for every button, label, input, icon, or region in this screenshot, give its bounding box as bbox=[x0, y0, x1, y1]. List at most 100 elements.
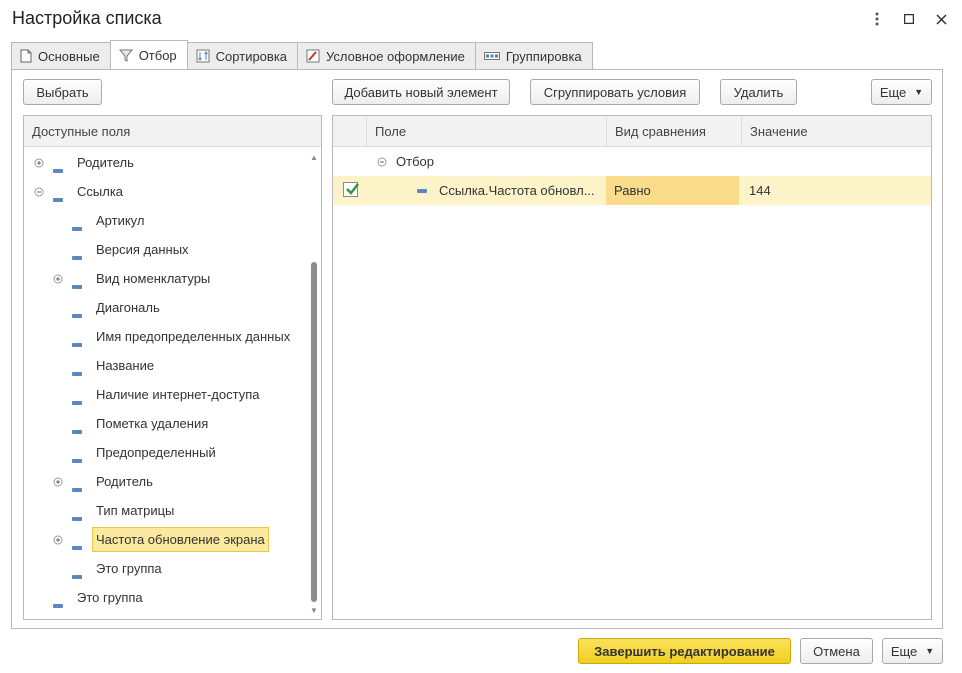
field-dash-icon bbox=[53, 596, 63, 608]
tree-item[interactable]: Версия данных bbox=[24, 235, 307, 264]
window-title: Настройка списка bbox=[12, 8, 162, 28]
field-dash-icon bbox=[53, 161, 63, 173]
tree-item-label: Тип матрицы bbox=[96, 503, 175, 518]
field-dash-icon bbox=[72, 306, 82, 318]
tab-filter[interactable]: Отбор bbox=[109, 40, 188, 69]
sort-icon bbox=[196, 49, 210, 63]
tree-item-label: Предопределенный bbox=[96, 445, 216, 460]
scroll-down-icon[interactable]: ▼ bbox=[310, 607, 318, 615]
tree-item-label: Наличие интернет-доступа bbox=[96, 387, 260, 402]
tab-label: Отбор bbox=[138, 47, 177, 63]
table-row[interactable]: Ссылка.Частота обновл... Равно 144 bbox=[333, 176, 931, 205]
scroll-up-icon[interactable]: ▲ bbox=[310, 154, 318, 162]
group-label: Отбор bbox=[396, 154, 434, 169]
field-dash-icon bbox=[72, 509, 82, 521]
more-label: Еще bbox=[879, 84, 907, 100]
tab-grouping[interactable]: Группировка bbox=[474, 42, 593, 69]
tree-item-label: Вид номенклатуры bbox=[96, 271, 211, 286]
field-dash-icon bbox=[72, 480, 82, 492]
tree-item[interactable]: Родитель bbox=[24, 467, 307, 496]
tree-item-label: Имя предопределенных данных bbox=[96, 329, 291, 344]
dropdown-arrow-icon: ▼ bbox=[925, 646, 935, 656]
enabled-checkbox[interactable] bbox=[343, 182, 359, 197]
column-comparison[interactable]: Вид сравнения bbox=[606, 116, 741, 147]
tree-item[interactable]: Название bbox=[24, 351, 307, 380]
tree-item-label: Диагональ bbox=[96, 300, 160, 315]
field-dash-icon bbox=[72, 219, 82, 231]
tree-header: Доступные поля bbox=[24, 116, 321, 147]
select-button[interactable]: Выбрать bbox=[23, 79, 102, 105]
tab-bar: Основные Отбор Сортировка Условное оформ… bbox=[11, 40, 593, 69]
tab-conditional-format[interactable]: Условное оформление bbox=[297, 42, 476, 69]
filter-panel: Выбрать Доступные поля Родитель Ссылка Арт… bbox=[11, 69, 943, 629]
tree-item[interactable]: Ссылка bbox=[24, 177, 307, 206]
tab-label: Условное оформление bbox=[326, 48, 465, 64]
tree-item[interactable]: Артикул bbox=[24, 206, 307, 235]
row-value[interactable]: 144 bbox=[749, 176, 771, 205]
tree-item[interactable]: Это группа bbox=[24, 583, 307, 612]
tree-scrollbar[interactable]: ▲ ▼ bbox=[309, 150, 319, 617]
collapse-icon[interactable] bbox=[34, 187, 44, 197]
window-controls bbox=[868, 10, 950, 28]
cancel-button[interactable]: Отмена bbox=[800, 638, 873, 664]
tree-item[interactable]: Это группа bbox=[24, 554, 307, 583]
tree-item[interactable]: Пометка удаления bbox=[24, 409, 307, 438]
more-options-icon[interactable] bbox=[868, 10, 886, 28]
tree-item-label: Ссылка bbox=[77, 184, 124, 199]
tree-item[interactable]: Наличие интернет-доступа bbox=[24, 380, 307, 409]
finish-editing-button[interactable]: Завершить редактирование bbox=[578, 638, 791, 664]
footer-more-button[interactable]: Еще ▼ bbox=[882, 638, 943, 664]
tab-label: Группировка bbox=[505, 48, 582, 64]
add-element-button[interactable]: Добавить новый элемент bbox=[332, 79, 510, 105]
delete-button[interactable]: Удалить bbox=[720, 79, 797, 105]
group-row[interactable]: Отбор bbox=[333, 147, 931, 176]
tab-label: Основные bbox=[38, 48, 100, 64]
tree-item-label: Родитель bbox=[77, 155, 134, 170]
tree-item-label: Частота обновление экрана bbox=[92, 527, 269, 552]
column-field[interactable]: Поле bbox=[366, 116, 606, 147]
tree-item[interactable]: Тип матрицы bbox=[24, 496, 307, 525]
tree-item[interactable]: Вид номенклатуры bbox=[24, 264, 307, 293]
filter-grid: Поле Вид сравнения Значение Отбор Ссылка… bbox=[332, 115, 932, 620]
expand-icon[interactable] bbox=[53, 535, 63, 545]
tab-main[interactable]: Основные bbox=[11, 42, 111, 69]
field-dash-icon bbox=[72, 248, 82, 260]
field-dash-icon bbox=[72, 364, 82, 376]
document-icon bbox=[20, 49, 32, 63]
tree-item[interactable]: Имя предопределенных данных bbox=[24, 322, 307, 351]
tree-item-label: Это группа bbox=[96, 561, 162, 576]
expand-icon[interactable] bbox=[34, 158, 44, 168]
tree-item-label: Пометка удаления bbox=[96, 416, 209, 431]
field-dash-icon bbox=[72, 451, 82, 463]
tree-item-label: Версия данных bbox=[96, 242, 189, 257]
grouping-icon bbox=[483, 52, 500, 60]
row-comparison[interactable]: Равно bbox=[606, 176, 739, 205]
footer-more-label: Еще bbox=[890, 643, 918, 659]
row-field[interactable]: Ссылка.Частота обновл... bbox=[439, 176, 599, 205]
available-fields-tree: Доступные поля Родитель Ссылка Артикул Верс… bbox=[23, 115, 322, 620]
collapse-icon[interactable] bbox=[377, 147, 387, 176]
column-value[interactable]: Значение bbox=[741, 116, 931, 147]
expand-icon[interactable] bbox=[53, 274, 63, 284]
field-dash-icon bbox=[72, 335, 82, 347]
filter-icon bbox=[118, 49, 133, 62]
more-button[interactable]: Еще ▼ bbox=[871, 79, 932, 105]
field-dash-icon bbox=[417, 176, 427, 205]
expand-icon[interactable] bbox=[53, 477, 63, 487]
field-dash-icon bbox=[72, 393, 82, 405]
field-dash-icon bbox=[72, 538, 82, 550]
tree-item[interactable]: Предопределенный bbox=[24, 438, 307, 467]
field-dash-icon bbox=[72, 422, 82, 434]
scroll-thumb[interactable] bbox=[311, 262, 317, 602]
group-conditions-button[interactable]: Сгруппировать условия bbox=[530, 79, 700, 105]
close-icon[interactable] bbox=[932, 10, 950, 28]
field-dash-icon bbox=[72, 567, 82, 579]
tree-item-label: Это группа bbox=[77, 590, 143, 605]
field-dash-icon bbox=[72, 277, 82, 289]
tree-item[interactable]: Частота обновление экрана bbox=[24, 525, 307, 554]
grid-header: Поле Вид сравнения Значение bbox=[333, 116, 931, 147]
tree-item[interactable]: Родитель bbox=[24, 148, 307, 177]
tab-sort[interactable]: Сортировка bbox=[186, 42, 299, 69]
tree-item[interactable]: Диагональ bbox=[24, 293, 307, 322]
maximize-icon[interactable] bbox=[900, 10, 918, 28]
